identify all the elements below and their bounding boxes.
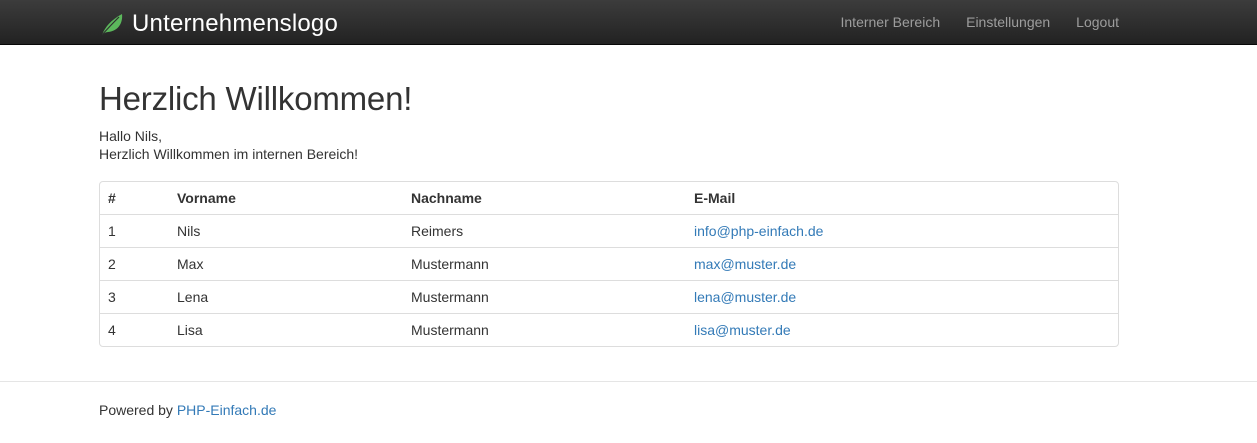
cell-nachname: Mustermann	[403, 246, 686, 280]
table-header-row: # Vorname Nachname E-Mail	[100, 182, 1118, 214]
cell-vorname: Lena	[169, 279, 403, 313]
footer-link[interactable]: PHP-Einfach.de	[177, 402, 277, 418]
footer-text: Powered by PHP-Einfach.de	[99, 402, 276, 418]
table-row: 1 Nils Reimers info@php-einfach.de	[100, 213, 1118, 247]
table-row: 2 Max Mustermann max@muster.de	[100, 246, 1118, 280]
cell-id: 3	[100, 279, 169, 313]
footer-prefix: Powered by	[99, 402, 177, 418]
cell-id: 2	[100, 246, 169, 280]
cell-id: 1	[100, 213, 169, 247]
header-id: #	[108, 189, 116, 206]
cell-vorname: Lisa	[169, 312, 403, 346]
brand-link[interactable]: Unternehmenslogo	[99, 10, 338, 38]
greeting-text: Hallo Nils,	[99, 128, 163, 144]
top-navbar: Unternehmenslogo Interner Bereich Einste…	[0, 0, 1257, 45]
footer: Powered by PHP-Einfach.de	[0, 381, 1257, 443]
main-content: Herzlich Willkommen! Hallo Nils, Herzlic…	[99, 45, 1119, 347]
nav-link-logout[interactable]: Logout	[1063, 0, 1119, 44]
cell-nachname: Mustermann	[403, 279, 686, 313]
email-link[interactable]: max@muster.de	[694, 256, 796, 272]
cell-id: 4	[100, 312, 169, 346]
page-title: Herzlich Willkommen!	[99, 80, 413, 117]
cell-nachname: Mustermann	[403, 312, 686, 346]
nav-menu: Interner Bereich Einstellungen Logout	[828, 0, 1120, 44]
email-link[interactable]: lisa@muster.de	[694, 322, 791, 338]
welcome-message: Herzlich Willkommen im internen Bereich!	[99, 146, 359, 162]
nav-link-einstellungen[interactable]: Einstellungen	[953, 0, 1063, 44]
cell-nachname: Reimers	[403, 213, 686, 247]
intro-text: Hallo Nils, Herzlich Willkommen im inter…	[99, 127, 1119, 163]
users-table: # Vorname Nachname E-Mail 1 Nils Reimers…	[100, 182, 1118, 346]
table-row: 4 Lisa Mustermann lisa@muster.de	[100, 312, 1118, 346]
cell-vorname: Nils	[169, 213, 403, 247]
leaf-icon	[99, 11, 125, 37]
users-table-panel: # Vorname Nachname E-Mail 1 Nils Reimers…	[99, 181, 1119, 347]
table-row: 3 Lena Mustermann lena@muster.de	[100, 279, 1118, 313]
header-email: E-Mail	[694, 189, 736, 206]
email-link[interactable]: lena@muster.de	[694, 289, 796, 305]
nav-link-interner-bereich[interactable]: Interner Bereich	[828, 0, 954, 44]
header-nachname: Nachname	[411, 189, 482, 206]
email-link[interactable]: info@php-einfach.de	[694, 223, 823, 239]
cell-vorname: Max	[169, 246, 403, 280]
brand-text: Unternehmenslogo	[132, 10, 338, 37]
header-vorname: Vorname	[177, 189, 236, 206]
